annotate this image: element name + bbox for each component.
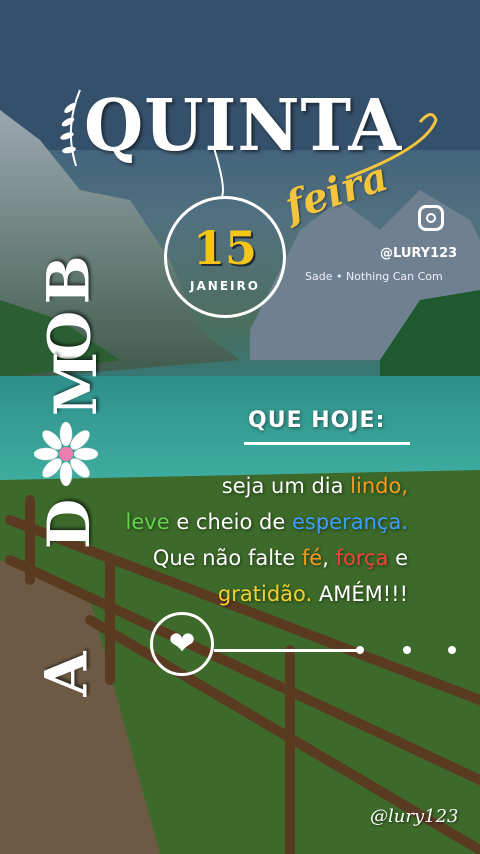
progress-dot — [356, 646, 364, 654]
like-button[interactable]: ❤ — [150, 612, 214, 676]
greeting-letter-a: A — [32, 651, 101, 697]
date-month: JANEIRO — [190, 279, 260, 293]
date-badge: 15 JANEIRO — [164, 196, 286, 318]
progress-dot — [403, 646, 411, 654]
message-highlight-leve: leve — [125, 510, 170, 534]
progress-line — [214, 649, 360, 652]
daisy-icon — [34, 422, 98, 486]
message-highlight-gratidao: gratidão. — [217, 582, 313, 606]
instagram-icon[interactable] — [418, 205, 444, 231]
progress-dot — [448, 646, 456, 654]
greeting-letter-m: M — [42, 351, 111, 417]
message-line-4: gratidão. AMÉM!!! — [218, 582, 408, 606]
heading-underline — [244, 442, 410, 445]
message-line-1: seja um dia lindo, — [222, 474, 408, 498]
message-highlight-forca: força — [335, 546, 389, 570]
story-canvas: QUINTA feira 15 JANEIRO B O M D A @LURY1… — [0, 0, 480, 854]
message-highlight-fe: fé — [301, 546, 323, 570]
music-ticker[interactable]: Sade • Nothing Can Come Be — [305, 270, 442, 283]
greeting-letter-d: D — [35, 498, 104, 550]
message-highlight-esperanca: esperança. — [291, 510, 408, 534]
watermark: @lury123 — [370, 806, 459, 827]
message-line-3: Que não falte fé, força e — [153, 546, 408, 570]
message-text: AMÉM!!! — [312, 582, 408, 606]
heart-icon: ❤ — [168, 624, 196, 662]
message-heading: QUE HOJE: — [248, 408, 386, 433]
instagram-handle[interactable]: @LURY123 — [380, 246, 457, 261]
message-text: e cheio de — [169, 510, 292, 534]
message-text: seja um dia — [221, 474, 351, 498]
message-text: Que não falte — [152, 546, 302, 570]
date-day: 15 — [192, 221, 257, 275]
message-text: e — [388, 546, 408, 570]
greeting-letter-b: B — [34, 255, 103, 305]
message-highlight-lindo: lindo, — [350, 474, 408, 498]
message-text: , — [322, 546, 336, 570]
message-line-2: leve e cheio de esperança. — [126, 510, 408, 534]
